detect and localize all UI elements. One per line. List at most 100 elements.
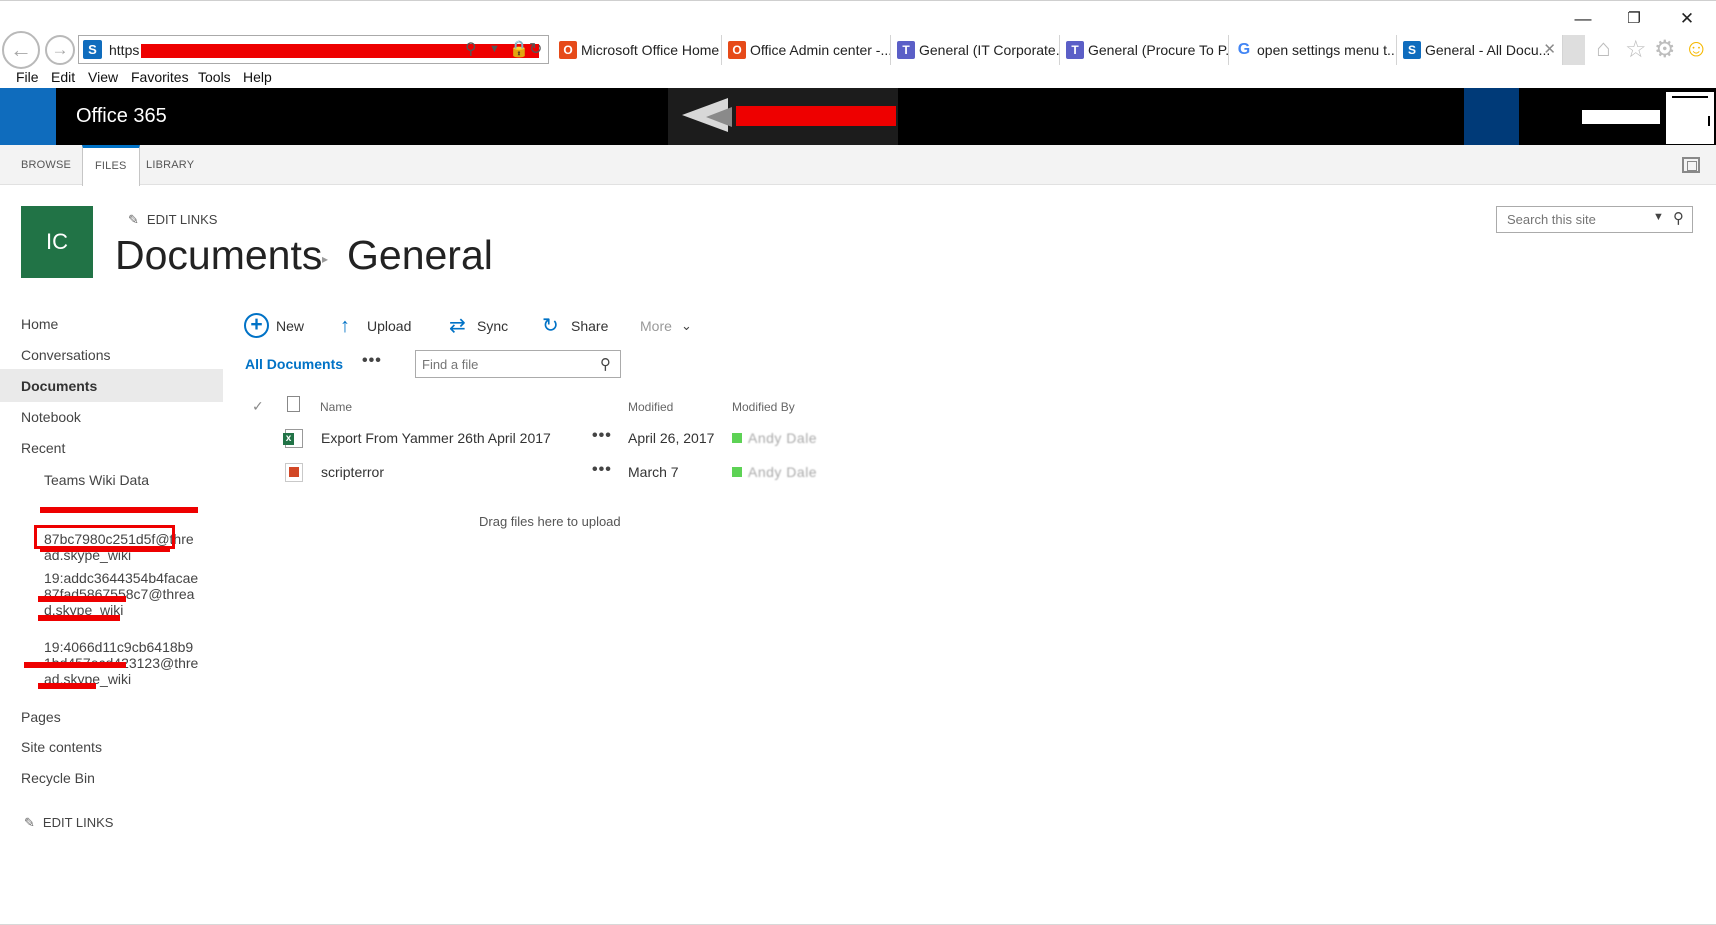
nav-conversations[interactable]: Conversations — [21, 347, 111, 363]
nav-site-contents[interactable]: Site contents — [21, 739, 102, 755]
company-logo — [668, 88, 898, 145]
sync-icon: ⇄ — [449, 315, 466, 337]
share-button[interactable]: ↻ Share — [542, 315, 622, 337]
close-tab-icon[interactable]: ✕ — [1543, 35, 1556, 65]
column-header-modified-by[interactable]: Modified By — [732, 400, 795, 414]
suite-title[interactable]: Office 365 — [76, 105, 167, 128]
menu-favorites[interactable]: Favorites — [131, 69, 189, 85]
tab-library[interactable]: LIBRARY — [134, 145, 206, 185]
address-bar[interactable]: S https ⚲ ▼ 🔒 ↻ — [78, 35, 549, 64]
more-button[interactable]: More ⌄ — [640, 315, 700, 337]
search-scope-dropdown-icon[interactable]: ▼ — [1653, 211, 1664, 223]
forward-button[interactable]: → — [45, 35, 75, 65]
redaction-bar — [24, 662, 126, 668]
file-modified-by[interactable]: Andy Dale — [748, 464, 817, 480]
nav-notebook[interactable]: Notebook — [21, 409, 81, 425]
address-url: https — [109, 42, 140, 58]
close-window-icon[interactable]: ✕ — [1676, 9, 1698, 29]
file-modified-by[interactable]: Andy Dale — [748, 430, 817, 446]
refresh-icon[interactable]: ↻ — [529, 39, 542, 59]
file-name-link[interactable]: Export From Yammer 26th April 2017 — [321, 430, 551, 446]
favorites-star-icon[interactable]: ☆ — [1625, 35, 1647, 64]
menu-edit[interactable]: Edit — [51, 69, 75, 85]
site-search-box: ▼ ⚲ — [1496, 206, 1693, 233]
more-label: More — [640, 318, 672, 334]
app-launcher-button[interactable] — [0, 88, 56, 145]
table-row[interactable]: Export From Yammer 26th April 2017 ••• A… — [245, 422, 845, 456]
sync-button[interactable]: ⇄ Sync — [449, 315, 529, 337]
tab-files[interactable]: FILES — [82, 145, 140, 186]
pencil-icon: ✎ — [24, 815, 35, 830]
redaction-bar — [141, 44, 539, 58]
nav-recent-item-2[interactable]: 19:addc3644354b4facae 87fad5867558c7@thr… — [44, 570, 198, 618]
nav-pages[interactable]: Pages — [21, 709, 61, 725]
tab-general-procure[interactable]: T General (Procure To P... — [1060, 35, 1229, 65]
file-modified-date: March 7 — [628, 464, 679, 480]
menu-file[interactable]: File — [16, 69, 39, 85]
tab-microsoft-office-home[interactable]: O Microsoft Office Home — [553, 35, 722, 65]
gear-icon[interactable]: ⚙ — [1654, 35, 1676, 64]
menu-help[interactable]: Help — [243, 69, 272, 85]
search-icon[interactable]: ⚲ — [465, 39, 477, 59]
nav-documents[interactable]: Documents — [21, 378, 97, 394]
share-label: Share — [571, 318, 609, 334]
office-icon: O — [559, 41, 577, 59]
drag-drop-hint: Drag files here to upload — [479, 514, 621, 529]
edit-links-top[interactable]: ✎ EDIT LINKS — [128, 212, 217, 228]
site-search-input[interactable] — [1497, 207, 1647, 232]
smiley-icon[interactable]: ☺ — [1684, 35, 1709, 63]
tab-office-admin-center[interactable]: O Office Admin center -... — [722, 35, 891, 65]
home-icon[interactable]: ⌂ — [1596, 35, 1611, 63]
sharepoint-icon: S — [1403, 41, 1421, 59]
edit-links-bottom[interactable]: ✎ EDIT LINKS — [24, 815, 113, 831]
tab-general-it-corporate[interactable]: T General (IT Corporate... — [891, 35, 1060, 65]
office-icon: O — [728, 41, 746, 59]
share-icon: ↻ — [542, 315, 559, 337]
restore-icon[interactable]: ❐ — [1623, 9, 1645, 27]
nav-home[interactable]: Home — [21, 316, 58, 332]
view-all-documents[interactable]: All Documents — [245, 356, 343, 372]
menu-view[interactable]: View — [88, 69, 118, 85]
find-file-box: ⚲ — [415, 350, 621, 378]
avatar[interactable] — [1666, 92, 1714, 144]
site-logo[interactable]: IC — [21, 206, 93, 278]
nav-recent-item-line: 19:addc3644354b4facae — [44, 570, 199, 586]
new-tab-button[interactable] — [1563, 35, 1585, 65]
breadcrumb-separator-icon: ▸ — [322, 252, 329, 266]
column-header-name[interactable]: Name — [320, 400, 352, 414]
file-name-link[interactable]: scripterror — [321, 464, 384, 480]
dropdown-arrow-icon[interactable]: ▼ — [489, 43, 500, 55]
nav-recycle-bin[interactable]: Recycle Bin — [21, 770, 95, 786]
lock-icon[interactable]: 🔒 — [509, 39, 529, 59]
search-icon[interactable]: ⚲ — [1673, 209, 1684, 227]
view-options-ellipsis[interactable]: ••• — [362, 352, 382, 370]
tab-general-all-documents[interactable]: S General - All Docu... ✕ — [1397, 35, 1563, 65]
breadcrumb-documents[interactable]: Documents — [115, 232, 322, 279]
search-icon[interactable]: ⚲ — [600, 355, 611, 373]
image-file-icon — [285, 463, 303, 482]
tab-open-settings-menu[interactable]: G open settings menu t... — [1229, 35, 1397, 65]
excel-file-icon — [283, 429, 303, 448]
table-row[interactable]: scripterror ••• March 7 Andy Dale — [245, 456, 845, 490]
item-ellipsis-button[interactable]: ••• — [592, 427, 612, 445]
suite-nav-button[interactable] — [1464, 88, 1519, 145]
suite-bar: Office 365 — [0, 88, 1716, 145]
sync-label: Sync — [477, 318, 509, 334]
nav-recent-teams-wiki-data[interactable]: Teams Wiki Data — [44, 472, 149, 488]
select-all-checkmark-icon[interactable]: ✓ — [252, 398, 264, 415]
find-file-input[interactable] — [416, 351, 592, 377]
tab-label: General - All Docu... — [1425, 42, 1551, 58]
menu-tools[interactable]: Tools — [198, 69, 231, 85]
minimize-icon[interactable]: — — [1572, 9, 1594, 29]
back-button[interactable]: ← — [2, 31, 40, 69]
upload-button[interactable]: ↑ Upload — [340, 315, 430, 337]
user-name[interactable] — [1582, 110, 1660, 124]
upload-label: Upload — [367, 318, 412, 334]
focus-on-content-icon[interactable] — [1682, 157, 1700, 173]
new-button[interactable]: + New — [244, 313, 316, 338]
item-ellipsis-button[interactable]: ••• — [592, 461, 612, 479]
redaction-bar — [38, 615, 120, 621]
presence-indicator — [732, 433, 742, 443]
tab-browse[interactable]: BROWSE — [9, 145, 83, 185]
column-header-modified[interactable]: Modified — [628, 400, 673, 414]
